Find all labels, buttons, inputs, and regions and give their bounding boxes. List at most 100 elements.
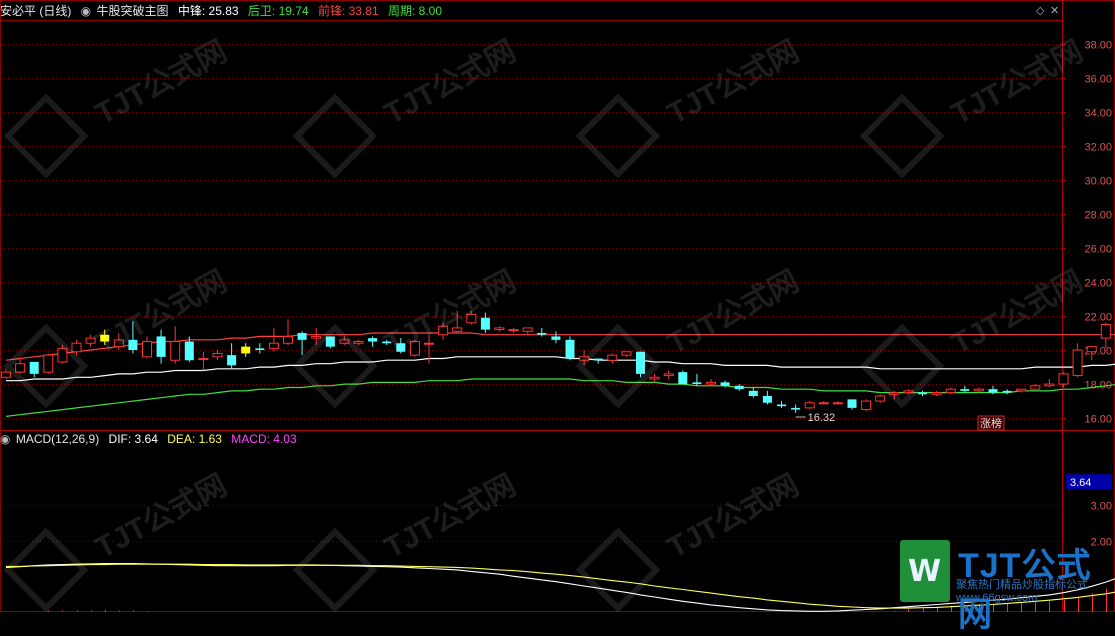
candle: [494, 326, 505, 332]
candle-body: [494, 327, 505, 331]
candle-body: [832, 402, 843, 405]
candle: [311, 327, 322, 345]
candle: [1058, 372, 1069, 388]
chart-canvas[interactable]: 16.0018.0020.0022.0024.0026.0028.0030.00…: [0, 0, 1115, 612]
close-icon[interactable]: ✕: [1050, 4, 1059, 17]
candle-body: [762, 395, 772, 403]
candle-body: [875, 395, 886, 402]
candle-body: [325, 336, 335, 347]
candle: [875, 394, 886, 403]
indicator-icon[interactable]: ◉: [81, 4, 91, 18]
candle-body: [311, 335, 322, 339]
candle-body: [861, 400, 872, 411]
candle: [452, 310, 463, 334]
candle: [861, 399, 872, 412]
macd-name[interactable]: MACD(12,26,9): [16, 432, 99, 446]
candle: [1030, 384, 1041, 391]
candle-body: [184, 341, 194, 361]
candle-body: [212, 352, 223, 358]
candle-body: [1044, 383, 1055, 387]
candle-body: [579, 356, 590, 361]
candle: [762, 390, 772, 405]
current-value-label: 3.64: [1070, 477, 1091, 489]
candle: [1100, 322, 1111, 349]
candle-body: [1002, 390, 1012, 393]
candle-body: [368, 338, 378, 342]
candle: [142, 336, 152, 359]
candle-body: [128, 339, 138, 351]
candle: [918, 390, 927, 396]
low-label: 16.32: [808, 412, 836, 424]
candle: [212, 350, 223, 361]
indicator-name[interactable]: 牛股突破主图: [97, 4, 169, 18]
candle-body: [198, 358, 209, 361]
candle-body: [607, 354, 618, 361]
diamond-icon[interactable]: ◇: [1036, 4, 1044, 17]
candle: [663, 370, 674, 379]
candle-body: [636, 351, 645, 374]
candle: [325, 336, 335, 349]
candle-body: [847, 399, 857, 408]
candle-body: [777, 404, 786, 407]
candle-body: [170, 341, 181, 361]
candle: [791, 404, 801, 413]
candle-body: [438, 325, 449, 336]
candle: [522, 327, 533, 335]
candle-body: [424, 342, 434, 345]
stock-name[interactable]: 安必平 (日线): [0, 4, 71, 18]
brand-url: www.66gsw.com: [956, 592, 1038, 604]
candle-body: [142, 341, 152, 358]
candle-body: [409, 341, 420, 356]
candle: [268, 327, 279, 352]
period-value: 周期: 8.00: [388, 4, 443, 18]
candle: [1002, 389, 1012, 395]
macd-icon[interactable]: ◉: [0, 432, 10, 446]
candle-body: [85, 337, 96, 344]
candle: [889, 390, 900, 400]
candle: [85, 334, 96, 347]
candle-body: [466, 313, 477, 324]
candle: [621, 351, 632, 357]
front-value: 前锋: 33.81: [317, 4, 379, 18]
candle: [57, 344, 68, 364]
candle-body: [15, 363, 26, 373]
candle: [579, 350, 590, 366]
candle: [973, 387, 984, 393]
candle-body: [241, 346, 251, 354]
candle-body: [649, 376, 660, 380]
candle-body: [268, 342, 279, 349]
candle-body: [791, 407, 801, 410]
candle-body: [227, 355, 237, 366]
candle: [777, 401, 786, 408]
candle: [368, 336, 378, 347]
candle: [100, 329, 110, 345]
candle: [551, 331, 561, 344]
candle-body: [100, 334, 110, 342]
mid-value: 中锋: 25.83: [177, 4, 239, 18]
candle: [593, 358, 603, 364]
candle-body: [1, 371, 11, 378]
candle: [945, 387, 956, 395]
candle-body: [508, 329, 519, 332]
candle-body: [1016, 388, 1027, 392]
candle: [241, 343, 251, 357]
candle: [847, 399, 857, 410]
candle: [607, 353, 618, 364]
y-tick-label: 36.00: [1084, 74, 1112, 86]
candle-body: [706, 381, 716, 385]
candle-body: [748, 390, 758, 396]
candle-body: [57, 347, 68, 363]
candle-body: [551, 336, 561, 340]
macd-header: ◉ MACD(12,26,9) DIF: 3.64 DEA: 1.63 MACD…: [0, 429, 1062, 449]
candle: [1016, 388, 1027, 393]
candle-body: [396, 343, 406, 352]
candle: [931, 390, 942, 396]
candle-body: [71, 342, 82, 353]
y-tick-label: 16.00: [1084, 414, 1112, 426]
macd-value: MACD: 4.03: [231, 432, 297, 446]
candle: [156, 329, 166, 364]
candle-body: [297, 333, 307, 340]
candle-body: [918, 392, 927, 395]
series-line: [6, 356, 1115, 382]
candle-body: [29, 361, 39, 374]
